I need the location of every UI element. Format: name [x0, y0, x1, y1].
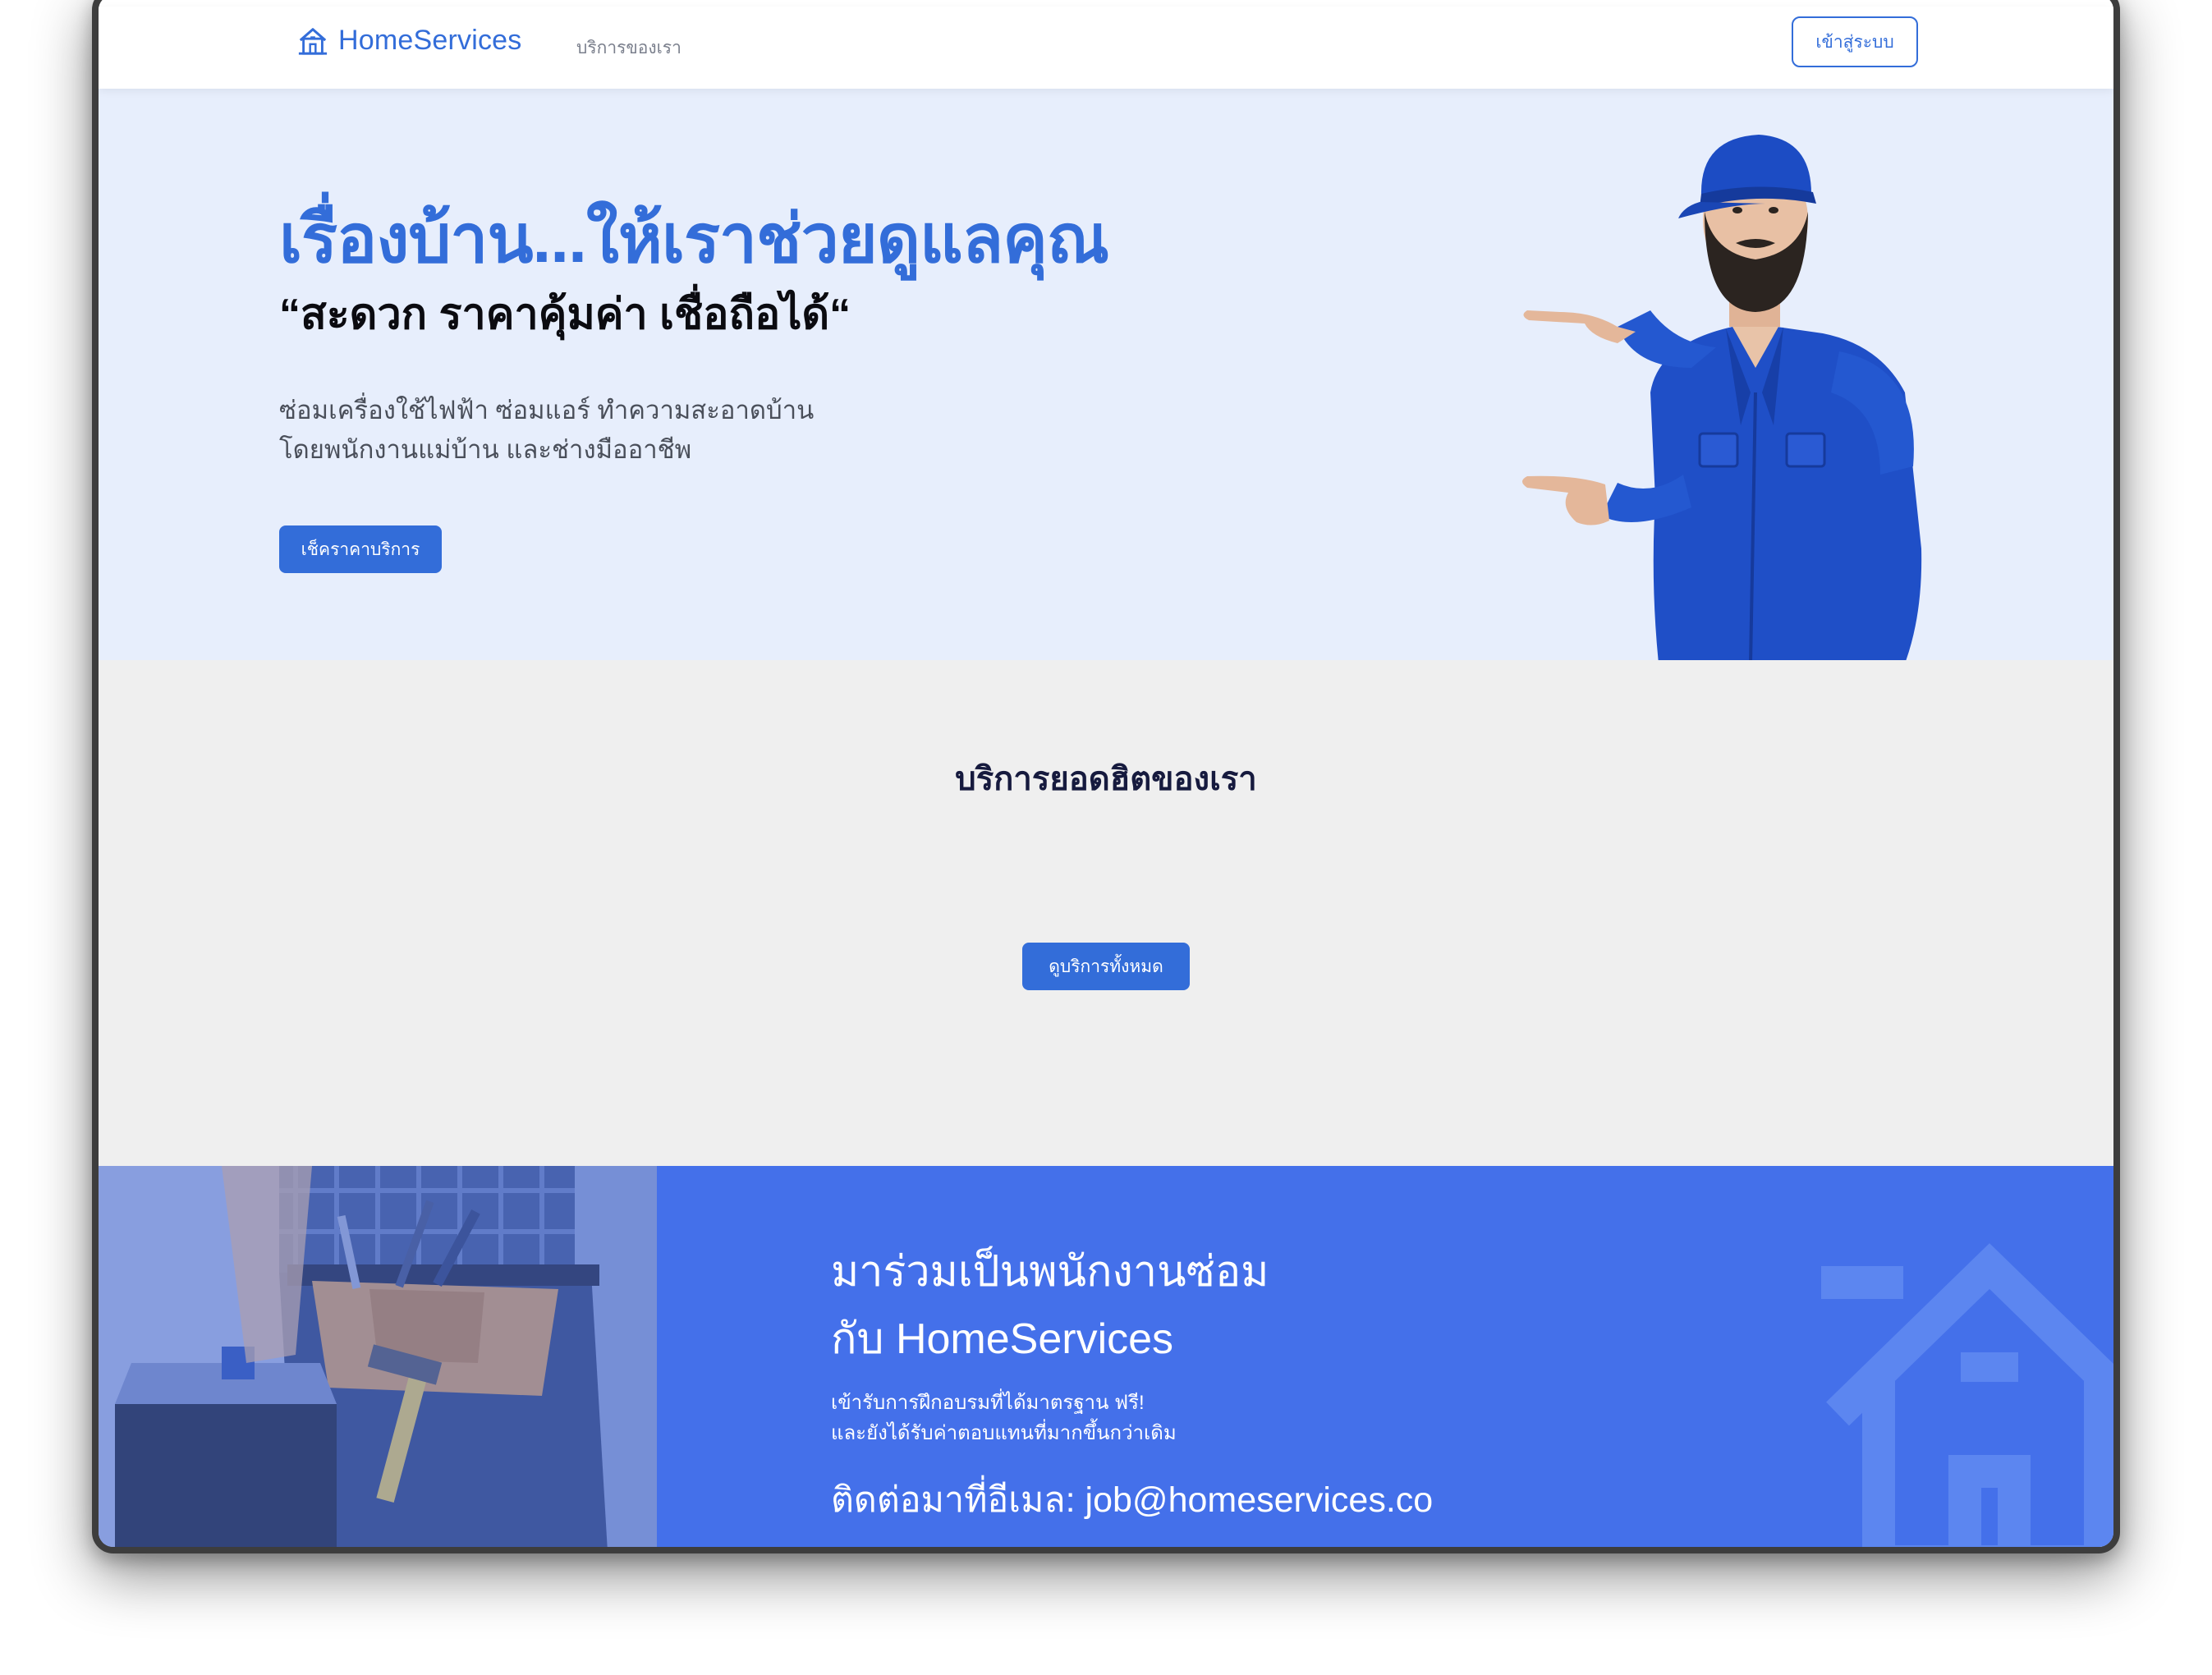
- join-subtext-line: และยังได้รับค่าตอบแทนที่มากขึ้นกว่าเดิม: [831, 1422, 1177, 1444]
- house-watermark-icon: [1821, 1243, 2113, 1547]
- page: HomeServices บริการของเรา เข้าสู่ระบบ เร…: [99, 0, 2113, 1547]
- join-us-section: มาร่วมเป็นพนักงานซ่อม กับ HomeServices เ…: [99, 1166, 2113, 1547]
- repairman-image: [1522, 135, 1922, 660]
- nav-link-our-services[interactable]: บริการของเรา: [576, 34, 681, 62]
- login-button[interactable]: เข้าสู่ระบบ: [1792, 16, 1918, 67]
- popular-services-section: บริการยอดฮิตของเรา ดูบริการทั้งหมด: [99, 660, 2113, 1166]
- logo-text: HomeServices: [338, 25, 522, 56]
- join-subtext-line: เข้ารับการฝึกอบรมที่ได้มาตรฐาน ฟรี!: [831, 1392, 1145, 1414]
- browser-window: HomeServices บริการของเรา เข้าสู่ระบบ เร…: [92, 0, 2120, 1553]
- hero-title: เรื่องบ้าน...ให้เราช่วยดูแลคุณ: [279, 202, 1109, 277]
- house-icon: [298, 27, 328, 55]
- hero-description-line: ซ่อมเครื่องใช้ไฟฟ้า ซ่อมแอร์ ทำความสะอาด…: [279, 396, 815, 424]
- hero-description-line: โดยพนักงานแม่บ้าน และช่างมืออาชีพ: [279, 435, 692, 464]
- worker-toolbelt-photo: [99, 1166, 657, 1547]
- join-subtext: เข้ารับการฝึกอบรมที่ได้มาตรฐาน ฟรี! และย…: [831, 1388, 1177, 1448]
- hero-tagline: “สะดวก ราคาคุ้มค่า เชื่อถือได้“: [279, 291, 851, 338]
- join-heading-line: มาร่วมเป็นพนักงานซ่อม: [831, 1248, 1269, 1296]
- join-heading-line: กับ HomeServices: [831, 1315, 1174, 1363]
- join-heading: มาร่วมเป็นพนักงานซ่อม กับ HomeServices: [831, 1238, 1269, 1373]
- job-contact-email[interactable]: ติดต่อมาที่อีเมล: job@homeservices.co: [831, 1471, 1433, 1527]
- check-price-button[interactable]: เช็คราคาบริการ: [279, 525, 442, 573]
- top-navbar: HomeServices บริการของเรา เข้าสู่ระบบ: [99, 7, 2113, 89]
- hero-section: เรื่องบ้าน...ให้เราช่วยดูแลคุณ “สะดวก รา…: [99, 89, 2113, 660]
- brand-logo[interactable]: HomeServices: [297, 25, 521, 57]
- popular-services-title: บริการยอดฮิตของเรา: [955, 761, 1257, 797]
- hero-description: ซ่อมเครื่องใช้ไฟฟ้า ซ่อมแอร์ ทำความสะอาด…: [279, 391, 903, 470]
- view-all-services-button[interactable]: ดูบริการทั้งหมด: [1022, 943, 1190, 990]
